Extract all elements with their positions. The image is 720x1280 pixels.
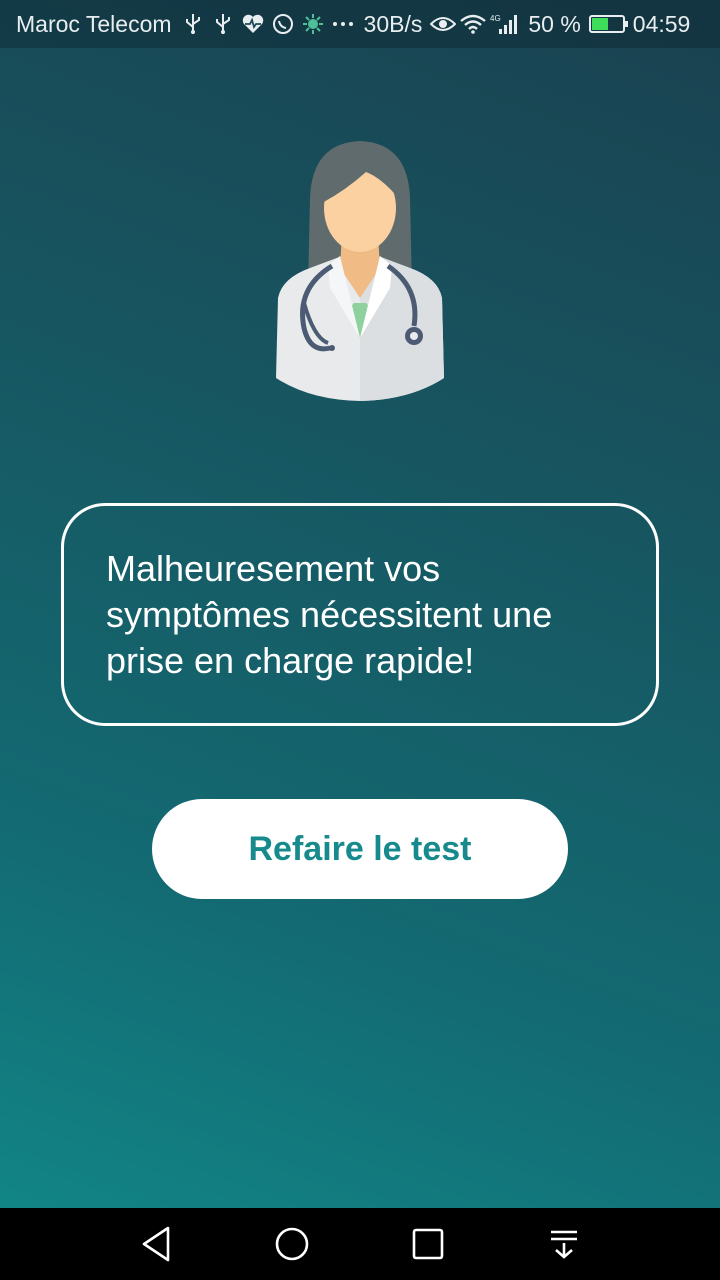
- battery-percent: 50 %: [528, 10, 581, 37]
- battery-fill: [591, 18, 608, 30]
- wifi-icon: [460, 11, 487, 37]
- navigation-bar: [0, 1208, 720, 1280]
- carrier-name: Maroc Telecom: [16, 10, 172, 37]
- network-type: 4G: [490, 14, 501, 23]
- signal-icon: 4G: [490, 11, 520, 37]
- app-screen: Maroc Telecom 30B/s 4G 50 % 04:59 Malheu…: [0, 0, 720, 1280]
- retry-test-button[interactable]: Refaire le test: [152, 799, 568, 899]
- heart-pulse-icon: [240, 11, 266, 37]
- whatsapp-icon: [270, 11, 296, 37]
- clock: 04:59: [632, 10, 691, 37]
- back-icon[interactable]: [134, 1222, 178, 1266]
- eye-icon: [430, 11, 457, 37]
- more-dots-icon: [330, 11, 356, 37]
- home-icon[interactable]: [270, 1222, 314, 1266]
- status-bar: Maroc Telecom 30B/s 4G 50 % 04:59: [0, 0, 720, 48]
- recents-icon[interactable]: [406, 1222, 450, 1266]
- notification-pull-icon[interactable]: [542, 1222, 586, 1266]
- battery-charging-icon: [588, 15, 628, 33]
- network-speed: 30B/s: [363, 10, 423, 37]
- usb-icon: [180, 11, 206, 37]
- doctor-illustration: [276, 141, 444, 401]
- virus-icon: [300, 11, 326, 37]
- result-message-box: Malheuresement vos symptômes nécessitent…: [61, 503, 659, 726]
- usb-icon: [210, 11, 236, 37]
- result-message: Malheuresement vos symptômes nécessitent…: [106, 548, 553, 681]
